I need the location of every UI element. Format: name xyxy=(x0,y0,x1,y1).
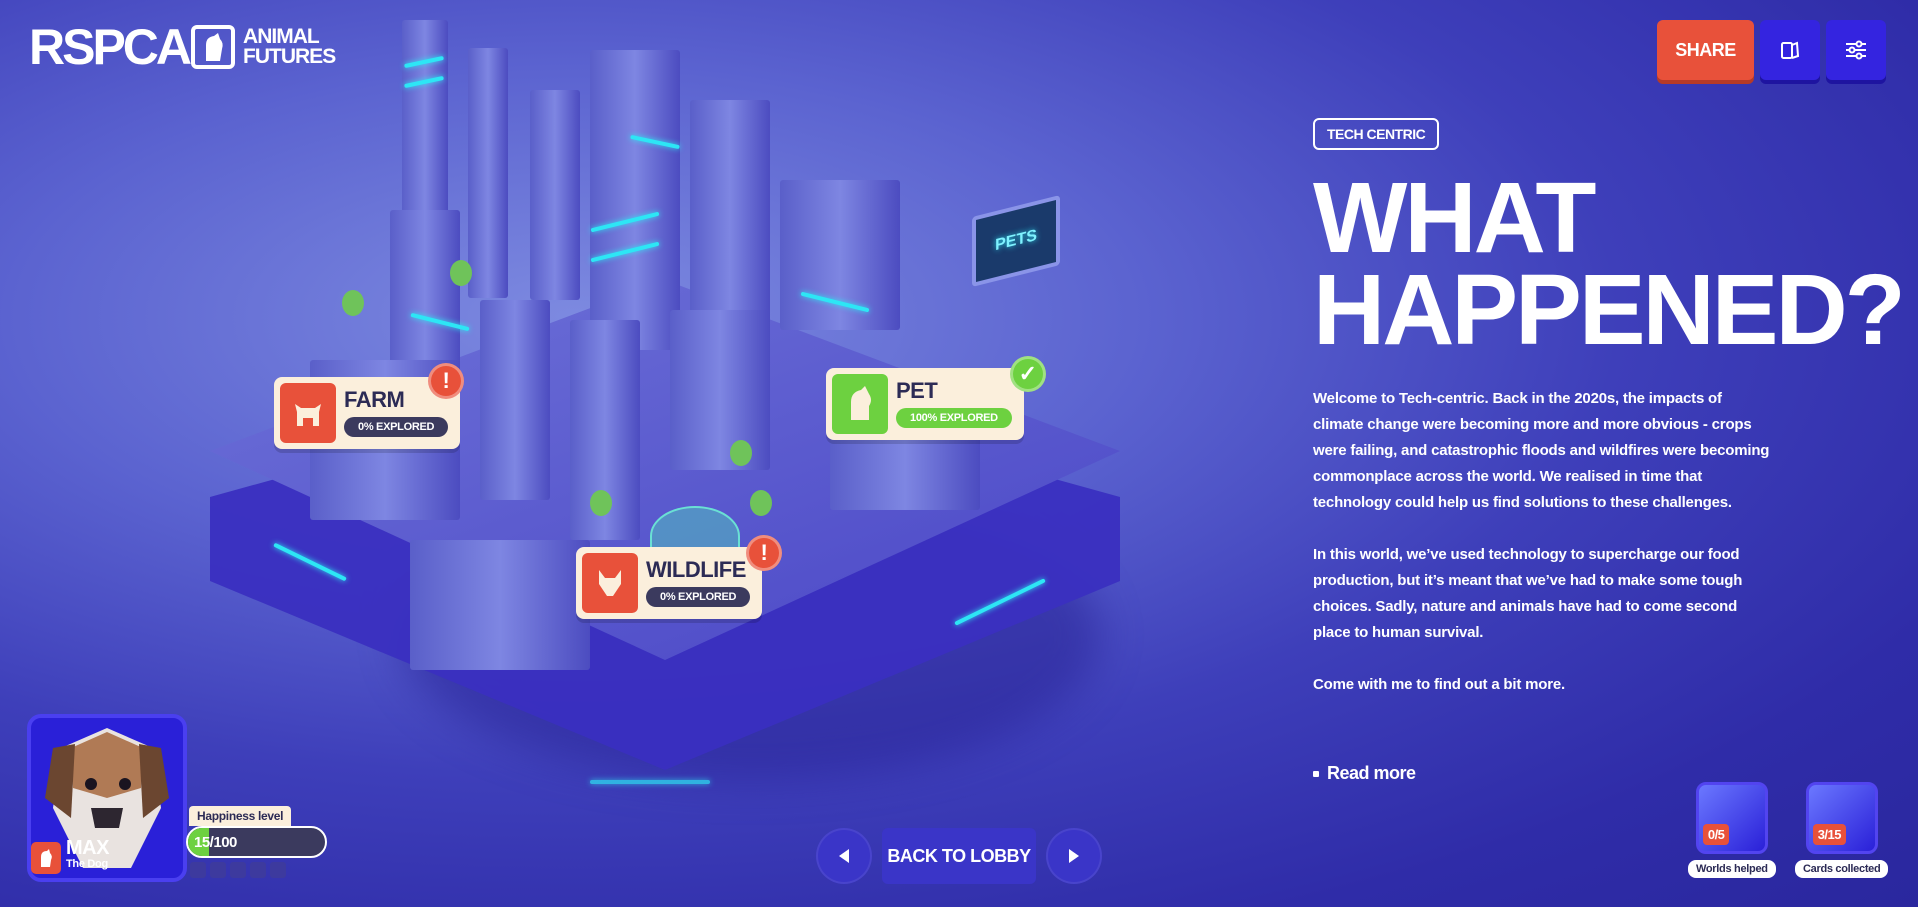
body-paragraph: In this world, we’ve used technology to … xyxy=(1313,546,1743,641)
location-card-pet[interactable]: PET 100% EXPLORED ✓ xyxy=(826,356,1046,440)
top-toolbar: SHARE xyxy=(1657,20,1886,80)
read-more-label: Read more xyxy=(1327,763,1416,783)
dog-icon xyxy=(832,374,888,434)
segment xyxy=(230,862,246,878)
worlds-label: Worlds helped xyxy=(1688,860,1776,878)
read-more-link[interactable]: Read more xyxy=(1313,763,1416,784)
segment xyxy=(190,862,206,878)
segment xyxy=(270,862,286,878)
tree xyxy=(730,440,752,466)
sliders-icon xyxy=(1846,40,1866,60)
arrow-left-icon xyxy=(839,849,849,863)
building xyxy=(780,180,900,330)
cards-button[interactable] xyxy=(1760,20,1820,80)
next-button[interactable] xyxy=(1046,828,1102,884)
billboard-text: PETS xyxy=(995,226,1037,255)
location-card-wildlife[interactable]: WILDLIFE 0% EXPLORED ! xyxy=(576,535,783,619)
location-card-farm[interactable]: FARM 0% EXPLORED ! xyxy=(274,363,465,449)
share-button[interactable]: SHARE xyxy=(1657,20,1754,80)
rspca-badge-icon xyxy=(31,842,61,874)
arrow-right-icon xyxy=(1069,849,1079,863)
cards-collected-stat[interactable]: 3/15 Cards collected xyxy=(1795,782,1889,878)
character-name-block: MAX The Dog xyxy=(66,838,109,870)
building xyxy=(480,300,550,500)
page-title: WHAT HAPPENED? xyxy=(1313,162,1906,366)
happiness-label: Happiness level xyxy=(189,806,292,826)
building xyxy=(690,100,770,340)
tree xyxy=(750,490,772,516)
previous-button[interactable] xyxy=(816,828,872,884)
card-stack-icon: 3/15 xyxy=(1805,782,1878,854)
cards-icon xyxy=(1781,41,1800,59)
cow-icon xyxy=(280,383,336,443)
headline-line2: HAPPENED? xyxy=(1313,254,1906,366)
fox-icon xyxy=(582,553,638,613)
explored-status: 100% EXPLORED xyxy=(896,408,1012,428)
worlds-helped-stat[interactable]: 0/5 Worlds helped xyxy=(1688,782,1776,878)
explored-status: 0% EXPLORED xyxy=(646,587,751,607)
neon-strip xyxy=(590,780,710,784)
segment xyxy=(250,862,266,878)
building xyxy=(468,48,508,298)
pets-billboard: PETS xyxy=(972,195,1060,287)
tree xyxy=(590,490,612,516)
worlds-count: 0/5 xyxy=(1702,824,1730,845)
world-info-panel: TECH CENTRIC WHAT HAPPENED? Welcome to T… xyxy=(1313,118,1906,698)
globe-stack-icon: 0/5 xyxy=(1695,782,1768,854)
happiness-value: 15/100 xyxy=(194,833,237,851)
character-name: MAX xyxy=(66,837,109,859)
settings-button[interactable] xyxy=(1826,20,1886,80)
building xyxy=(670,310,770,470)
alert-icon: ! xyxy=(428,363,465,399)
segment xyxy=(210,862,226,878)
logo-text: RSPCA xyxy=(29,19,192,75)
location-title: WILDLIFE xyxy=(646,557,746,582)
bottom-navigation: BACK TO LOBBY xyxy=(816,828,1102,884)
tree xyxy=(342,290,364,316)
building xyxy=(410,540,590,670)
back-to-lobby-button[interactable]: BACK TO LOBBY xyxy=(882,828,1036,884)
building xyxy=(530,90,580,300)
closing-paragraph: Come with me to find out a bit more. xyxy=(1313,676,1565,693)
happiness-segments xyxy=(190,862,286,878)
building xyxy=(590,50,680,350)
check-icon: ✓ xyxy=(1009,356,1046,392)
happiness-bar: 15/100 xyxy=(186,826,327,858)
building xyxy=(390,210,460,380)
bullet-icon xyxy=(1313,770,1319,777)
cards-label: Cards collected xyxy=(1795,860,1889,878)
cards-count: 3/15 xyxy=(1812,824,1847,845)
explored-status: 0% EXPLORED xyxy=(344,417,449,437)
tree xyxy=(450,260,472,286)
world-tag: TECH CENTRIC xyxy=(1313,118,1440,150)
character-species: The Dog xyxy=(66,858,108,870)
headline-line1: WHAT xyxy=(1313,162,1596,274)
location-title: PET xyxy=(896,378,938,403)
alert-icon: ! xyxy=(746,535,783,571)
intro-paragraph: Welcome to Tech-centric. Back in the 202… xyxy=(1313,390,1770,511)
